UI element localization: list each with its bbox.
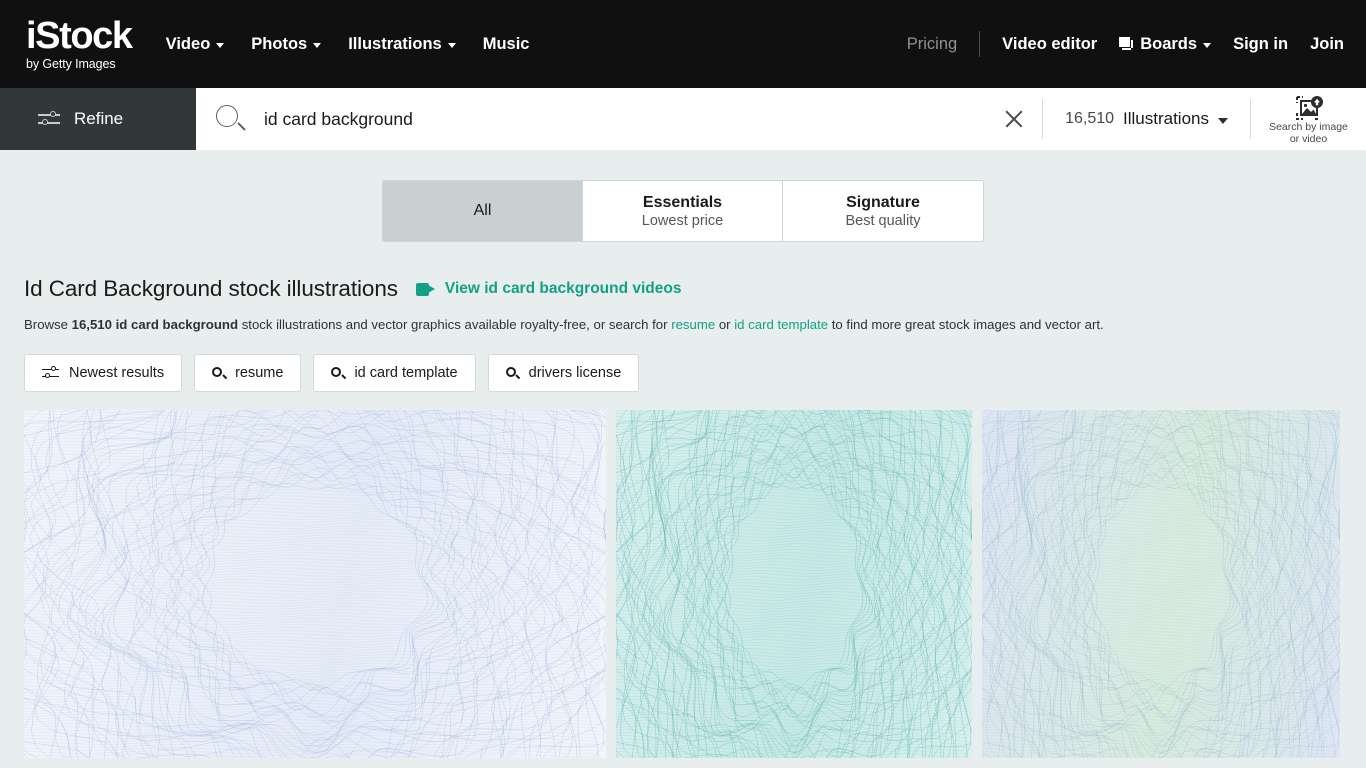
filter-chip-row: Newest results resume id card template d…: [24, 354, 1342, 392]
istock-logo[interactable]: iStock by Getty Images: [26, 14, 133, 72]
search-icon: [212, 366, 227, 380]
tab-all[interactable]: All: [383, 181, 583, 241]
nav-item-music-label: Music: [482, 34, 530, 53]
chevron-down-icon: [1218, 117, 1228, 124]
join-button[interactable]: Join: [1310, 35, 1344, 54]
tab-essentials[interactable]: Essentials Lowest price: [583, 181, 783, 241]
browse-link-id-card-template[interactable]: id card template: [734, 317, 828, 332]
logo-tagline: by Getty Images: [26, 56, 116, 71]
search-field-wrapper: [196, 88, 987, 150]
tab-essentials-label: Essentials: [642, 193, 723, 211]
guilloche-pattern: [616, 410, 972, 758]
primary-nav: Video Photos Illustrations Music: [166, 35, 530, 54]
nav-item-pricing[interactable]: Pricing: [907, 35, 957, 54]
view-videos-link-label: View id card background videos: [444, 280, 682, 297]
refine-button[interactable]: Refine: [0, 88, 196, 150]
chip-drivers-license-label: drivers license: [528, 365, 622, 381]
secondary-nav: Pricing Video editor Boards Sign in Join: [907, 31, 1344, 57]
search-by-image-line1: Search by image: [1269, 120, 1348, 133]
tab-signature-label: Signature: [846, 193, 920, 211]
page-title: Id Card Background stock illustrations: [24, 276, 398, 301]
nav-item-photos-label: Photos: [251, 34, 308, 53]
chevron-down-icon: [447, 42, 456, 48]
top-navigation-bar: iStock by Getty Images Video Photos Illu…: [0, 0, 1366, 88]
sliders-icon: [38, 111, 60, 127]
nav-item-video[interactable]: Video: [166, 35, 225, 54]
nav-item-boards[interactable]: Boards: [1119, 34, 1212, 54]
result-count: 16,510: [1065, 110, 1115, 127]
video-camera-icon: [415, 282, 435, 296]
search-by-image-line2: or video: [1289, 133, 1328, 145]
browse-count: 16,510: [71, 317, 112, 332]
chip-id-card-template[interactable]: id card template: [313, 354, 476, 392]
result-card: Blue line art guilloche pattern. Vector …: [24, 410, 606, 768]
main-content: All Essentials Lowest price Signature Be…: [0, 150, 1366, 768]
search-by-image-button[interactable]: Search by image or video: [1251, 88, 1366, 150]
view-videos-link[interactable]: View id card background videos: [415, 280, 682, 298]
result-thumbnail[interactable]: [616, 410, 972, 758]
asset-type-label: Illustrations: [1123, 109, 1209, 128]
chip-id-card-template-label: id card template: [354, 365, 458, 381]
browse-or: or: [715, 317, 735, 332]
nav-item-illustrations-label: Illustrations: [348, 34, 442, 53]
tab-essentials-sublabel: Lowest price: [641, 212, 724, 229]
chevron-down-icon: [1203, 42, 1212, 48]
search-icon: [331, 366, 347, 380]
search-input[interactable]: [264, 108, 987, 130]
nav-item-photos[interactable]: Photos: [251, 34, 322, 54]
result-card: Guilloche elements, grid vector used to …: [616, 410, 972, 768]
chip-resume[interactable]: resume: [194, 354, 302, 392]
chevron-down-icon: [216, 42, 225, 48]
chip-newest-results-label: Newest results: [69, 365, 165, 381]
search-icon: [505, 366, 521, 380]
image-upload-icon: [1295, 95, 1323, 120]
refine-label: Refine: [74, 109, 124, 128]
sliders-icon: [42, 366, 59, 380]
browse-mid: stock illustrations and vector graphics …: [241, 317, 672, 332]
nav-item-video-editor[interactable]: Video editor: [1002, 35, 1097, 54]
result-card: Guilloche grid, template for diplomas, c…: [982, 410, 1340, 768]
guilloche-pattern: [982, 410, 1340, 758]
guilloche-pattern: [24, 410, 606, 758]
browse-link-resume[interactable]: resume: [671, 317, 715, 332]
tab-signature-sublabel: Best quality: [845, 212, 921, 229]
boards-icon: [1119, 37, 1134, 51]
search-icon: [216, 105, 246, 133]
logo-wordmark: iStock: [26, 14, 133, 57]
browse-post: to find more great stock images and vect…: [828, 317, 1104, 332]
browse-pre: Browse: [24, 317, 72, 332]
page-heading-row: Id Card Background stock illustrations V…: [24, 276, 1342, 302]
browse-description: Browse 16,510 id card background stock i…: [24, 316, 1342, 334]
nav-divider: [979, 31, 981, 57]
browse-term: id card background: [111, 317, 242, 332]
asset-type-dropdown[interactable]: 16,510 Illustrations: [1043, 88, 1250, 150]
nav-item-illustrations[interactable]: Illustrations: [348, 35, 456, 54]
chip-newest-results[interactable]: Newest results: [24, 354, 183, 392]
search-bar-row: Refine 16,510 Illustrations Search by im…: [0, 88, 1366, 150]
chip-resume-label: resume: [235, 365, 284, 381]
tab-signature[interactable]: Signature Best quality: [783, 181, 983, 241]
clear-search-button[interactable]: [986, 88, 1042, 150]
tab-all-label: All: [473, 202, 492, 219]
result-thumbnail[interactable]: [982, 410, 1340, 758]
license-tabs: All Essentials Lowest price Signature Be…: [24, 150, 1342, 242]
result-thumbnail[interactable]: [24, 410, 606, 758]
chip-drivers-license[interactable]: drivers license: [487, 354, 640, 392]
results-grid: Blue line art guilloche pattern. Vector …: [24, 410, 1342, 768]
nav-item-music[interactable]: Music: [483, 35, 530, 54]
chevron-down-icon: [313, 42, 322, 48]
sign-in-button[interactable]: Sign in: [1233, 35, 1288, 54]
nav-item-video-label: Video: [165, 34, 211, 53]
nav-item-boards-label: Boards: [1140, 34, 1198, 53]
